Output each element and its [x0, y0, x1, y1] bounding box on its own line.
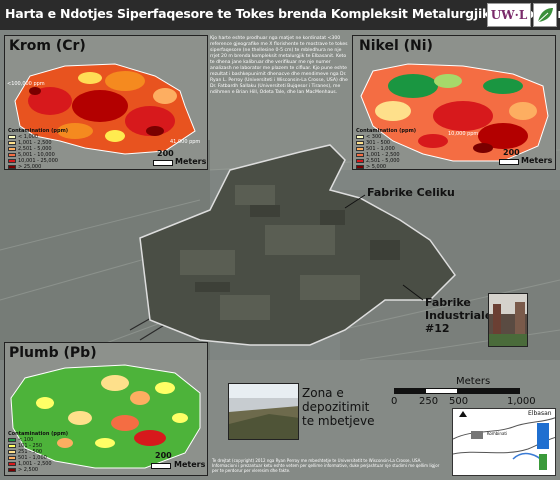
title-bar: Harta e Ndotjes Siperfaqesore te Tokes b…: [0, 0, 560, 30]
plumb-scale-bar: [151, 463, 171, 469]
krom-scale-bar: [153, 160, 173, 166]
plumb-title: Plumb (Pb): [9, 345, 97, 361]
nikel-scale-bar: [499, 159, 519, 165]
plumb-legend-item: > 2,500: [18, 467, 39, 473]
label-fabrike-celiku: Fabrike Celiku: [367, 186, 455, 199]
deposit-zone-photo: [228, 383, 299, 440]
main-scale-tick: 500: [449, 396, 469, 407]
nikel-legend-item: > 5,000: [366, 164, 387, 170]
uwl-logo: UW·L: [487, 3, 531, 27]
main-scale-tick: 250: [419, 396, 439, 407]
plumb-units: Meters: [174, 460, 206, 469]
label-zona-depozitimit: Zona e depozitimit te mbetjeve: [302, 386, 375, 428]
plumb-scale-label: 200: [155, 451, 172, 460]
nikel-units: Meters: [521, 156, 553, 165]
nikel-panel: Nikel (Ni) 10,000 ppm Contamination (ppm…: [352, 35, 556, 170]
krom-units: Meters: [175, 157, 207, 166]
plumb-legend-title: Contamination (ppm): [8, 431, 69, 437]
plumb-panel: Plumb (Pb) Contamination (ppm) < 100 101…: [4, 342, 208, 476]
map-title: Harta e Ndotjes Siperfaqesore te Tokes b…: [5, 6, 560, 21]
inset-feature-label: Kombinati: [487, 431, 508, 436]
krom-scale-label: 200: [157, 149, 174, 158]
krom-panel: Krom (Cr) <100,000 ppm 41,000 ppm Contam…: [4, 35, 208, 170]
nikel-scale-label: 200: [503, 148, 520, 157]
label-fabrike-industriale: Fabrike Industriale #12: [425, 296, 493, 335]
leaf-logo-icon: [533, 3, 557, 27]
krom-annotation-1: <100,000 ppm: [7, 81, 45, 87]
info-text: Kjo harte eshte prodhuar nga matjet ne k…: [210, 36, 348, 95]
krom-legend-item: > 25,000: [18, 164, 42, 170]
nikel-annotation-1: 10,000 ppm: [448, 131, 479, 137]
map-page: Harta e Ndotjes Siperfaqesore te Tokes b…: [0, 0, 560, 480]
nikel-title: Nikel (Ni): [359, 38, 433, 54]
krom-title: Krom (Cr): [9, 38, 86, 54]
main-scale-tick: 0: [391, 396, 398, 407]
main-scale-tick: 1,000: [507, 396, 536, 407]
factory-photo: [488, 293, 528, 347]
krom-annotation-2: 41,000 ppm: [170, 139, 201, 145]
nikel-legend: Contamination (ppm) < 300 301 - 500 501 …: [356, 128, 417, 170]
krom-legend: Contamination (ppm) < 1,000 1,001 - 2,50…: [8, 128, 68, 170]
plumb-legend: Contamination (ppm) < 100 101 - 250 251 …: [8, 431, 68, 473]
locator-inset-map: Elbasan Kombinati: [452, 408, 556, 476]
main-scale-bar: [394, 388, 520, 394]
copyright-footnote: Te drejtat (copyright) 2012 nga Ryan Per…: [212, 458, 440, 473]
nikel-legend-title: Contamination (ppm): [356, 128, 417, 134]
main-scale-title: Meters: [456, 376, 491, 387]
inset-city-label: Elbasan: [528, 410, 552, 417]
